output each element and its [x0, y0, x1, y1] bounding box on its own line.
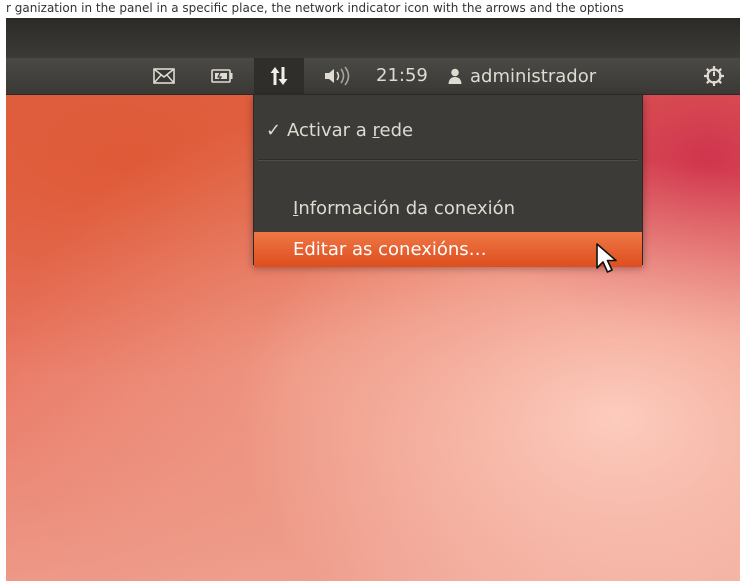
activate-label-end: ede — [379, 120, 414, 141]
menu-item-activate-label: Activar a rede — [287, 113, 413, 149]
caption-strip: r ganization in the panel in a specific … — [0, 0, 740, 18]
check-icon: ✓ — [266, 120, 282, 141]
info-label-end: nformación da conexión — [298, 198, 516, 219]
desktop: 21:59 administrador ✓ Activar a rede Inf… — [6, 18, 740, 581]
network-arrows-icon — [270, 67, 288, 85]
activate-mnemonic: r — [372, 120, 380, 141]
window-titlebar — [6, 18, 740, 58]
battery-indicator[interactable] — [204, 58, 240, 94]
session-indicator[interactable] — [698, 58, 730, 94]
battery-icon — [211, 69, 233, 83]
menu-item-edit-label: Editar as conexións… — [293, 239, 487, 260]
sound-indicator[interactable] — [314, 58, 366, 94]
user-menu[interactable]: administrador — [448, 58, 596, 94]
user-icon — [448, 68, 462, 84]
speaker-icon — [325, 66, 350, 86]
network-menu: ✓ Activar a rede Información da conexión… — [253, 94, 643, 267]
menu-separator — [258, 159, 638, 161]
menu-item-edit-connections[interactable]: Editar as conexións… — [254, 232, 642, 267]
menu-item-info-label: Información da conexión — [293, 191, 515, 227]
mail-indicator[interactable] — [146, 58, 182, 94]
caption-text: r ganization in the panel in a specific … — [6, 1, 624, 15]
user-name: administrador — [470, 65, 597, 87]
gear-power-icon — [704, 66, 724, 86]
mouse-pointer-icon — [596, 243, 617, 273]
menu-item-connection-info[interactable]: Información da conexión — [254, 191, 642, 227]
menu-item-activate-network[interactable]: ✓ Activar a rede — [254, 113, 642, 149]
activate-label-start: Activar a — [287, 120, 373, 141]
mail-icon — [153, 68, 175, 84]
top-panel: 21:59 administrador — [6, 58, 740, 95]
clock[interactable]: 21:59 — [376, 58, 428, 94]
network-indicator[interactable] — [254, 58, 304, 94]
